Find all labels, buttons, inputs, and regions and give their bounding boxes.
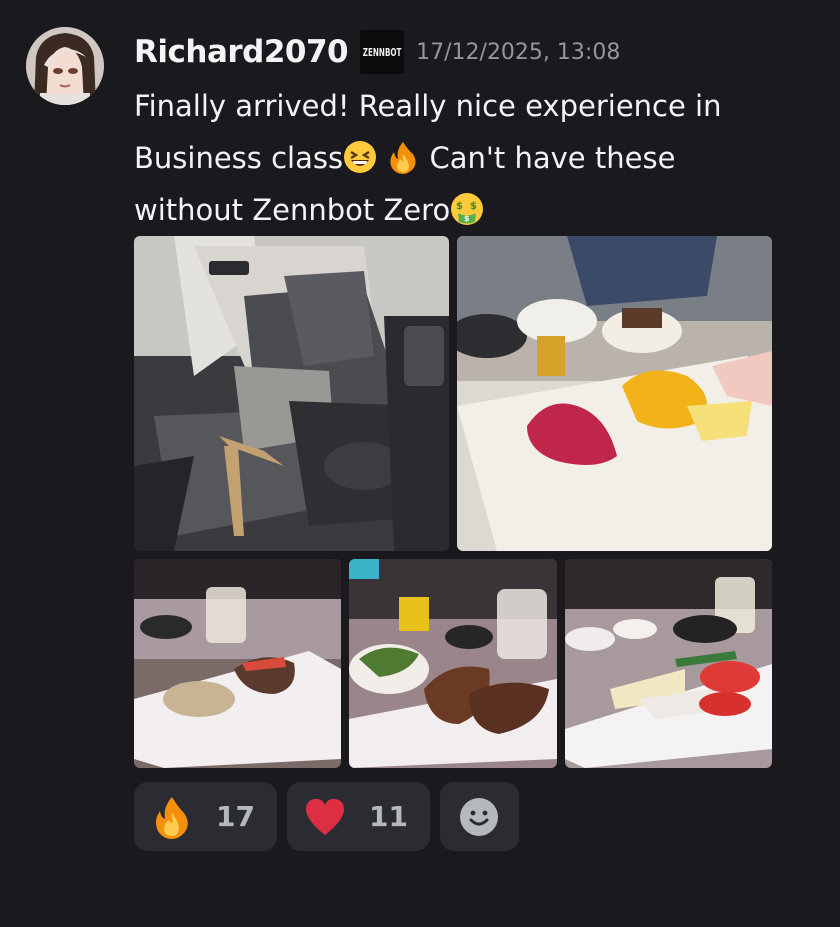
fire-icon (155, 796, 188, 839)
username[interactable]: Richard2070 (134, 34, 349, 70)
clan-tag-label: ZENNBOT (362, 46, 402, 58)
svg-text:$: $ (456, 201, 463, 212)
avatar-portrait-icon (26, 27, 104, 105)
reaction-heart[interactable]: 11 (286, 782, 430, 851)
money-mouth-face-icon: $ $ $ (450, 190, 484, 225)
red-heart-icon (305, 798, 344, 835)
add-reaction-button[interactable] (439, 782, 519, 851)
fire-icon (386, 138, 420, 174)
clan-tag-badge[interactable]: ZENNBOT (360, 30, 405, 74)
cheese-plate-photo[interactable] (565, 559, 772, 768)
appetizer-plate-photo[interactable] (134, 559, 341, 768)
message-timestamp[interactable]: 17/12/2025, 13:08 (416, 40, 620, 65)
user-avatar[interactable] (26, 27, 104, 105)
reactions-bar: 17 11 (134, 782, 519, 851)
svg-text:$: $ (464, 214, 470, 223)
chat-message: Richard2070 ZENNBOT 17/12/2025, 13:08 Fi… (0, 0, 840, 927)
message-content: Finally arrived! Really nice experience … (134, 80, 784, 236)
reaction-fire[interactable]: 17 (134, 782, 277, 851)
dessert-plate-photo[interactable] (457, 236, 772, 551)
svg-text:$: $ (470, 201, 477, 212)
main-course-plate-photo[interactable] (349, 559, 557, 768)
message-header: Richard2070 ZENNBOT 17/12/2025, 13:08 (134, 30, 620, 74)
business-class-seat-photo[interactable] (134, 236, 449, 551)
grinning-squinting-face-icon (343, 138, 377, 173)
add-reaction-smiley-icon (460, 797, 499, 836)
reaction-count: 11 (368, 800, 408, 833)
image-gallery (134, 236, 772, 768)
reaction-count: 17 (216, 800, 255, 833)
